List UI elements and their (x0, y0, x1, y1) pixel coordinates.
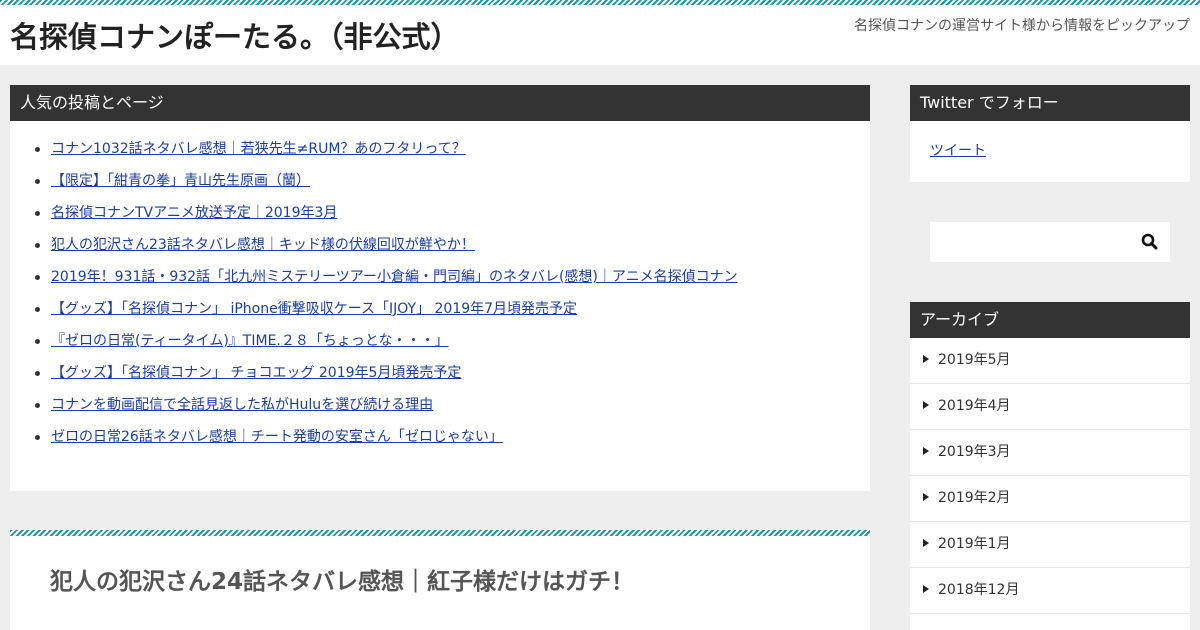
bullet-icon (35, 243, 40, 248)
bullet-icon (35, 371, 40, 376)
archive-item: 2018年12月 (910, 568, 1190, 614)
archive-list: 2019年5月 2019年4月 2019年3月 2019年2月 2019年1月 … (910, 338, 1190, 614)
list-item: 犯人の犯沢さん23話ネタバレ感想｜キッド様の伏線回収が鮮やか！ (35, 235, 870, 267)
popular-posts-widget: 人気の投稿とページ コナン1032話ネタバレ感想｜若狭先生≠RUM？あのフタリっ… (10, 85, 870, 491)
archive-heading: アーカイブ (910, 302, 1190, 338)
popular-post-link[interactable]: 『ゼロの日常(ティータイム)』TIME.２８「ちょっとな・・・」 (51, 333, 448, 349)
popular-posts-list: コナン1032話ネタバレ感想｜若狭先生≠RUM？あのフタリって？ 【限定】「紺青… (10, 121, 870, 459)
archive-item: 2019年5月 (910, 338, 1190, 384)
caret-right-icon (923, 447, 929, 455)
bullet-icon (35, 147, 40, 152)
popular-post-link[interactable]: コナン1032話ネタバレ感想｜若狭先生≠RUM？あのフタリって？ (51, 141, 466, 157)
search-button[interactable] (1130, 222, 1170, 262)
caret-right-icon (923, 493, 929, 501)
tweet-link[interactable]: ツイート (930, 140, 986, 160)
twitter-heading: Twitter でフォロー (910, 85, 1190, 121)
caret-right-icon (923, 585, 929, 593)
bullet-icon (35, 403, 40, 408)
archive-link[interactable]: 2019年5月 (938, 352, 1011, 368)
popular-post-link[interactable]: コナンを動画配信で全話見返した私がHuluを選び続ける理由 (51, 397, 433, 413)
bullet-icon (35, 211, 40, 216)
list-item: コナン1032話ネタバレ感想｜若狭先生≠RUM？あのフタリって？ (35, 139, 870, 171)
article-stripe (10, 530, 870, 536)
search-form (930, 222, 1170, 262)
archive-link[interactable]: 2019年4月 (938, 398, 1011, 414)
article-card: 犯人の犯沢さん24話ネタバレ感想｜紅子様だけはガチ！ (10, 530, 870, 630)
popular-post-link[interactable]: 犯人の犯沢さん23話ネタバレ感想｜キッド様の伏線回収が鮮やか！ (51, 237, 475, 253)
popular-post-link[interactable]: 【グッズ】「名探偵コナン」 チョコエッグ 2019年5月頃発売予定 (51, 365, 461, 381)
popular-post-link[interactable]: 【限定】「紺青の拳」青山先生原画（蘭） (51, 173, 310, 189)
popular-post-link[interactable]: 名探偵コナンTVアニメ放送予定｜2019年3月 (51, 205, 337, 221)
bullet-icon (35, 435, 40, 440)
search-icon (1141, 233, 1158, 250)
bullet-icon (35, 339, 40, 344)
list-item: 名探偵コナンTVアニメ放送予定｜2019年3月 (35, 203, 870, 235)
search-input[interactable] (930, 222, 1130, 262)
archive-widget: アーカイブ 2019年5月 2019年4月 2019年3月 2019年2月 20… (910, 302, 1190, 630)
archive-link[interactable]: 2019年3月 (938, 444, 1011, 460)
caret-right-icon (923, 401, 929, 409)
archive-item: 2019年3月 (910, 430, 1190, 476)
list-item: 2019年！931話・932話「北九州ミステリーツアー小倉編・門司編」のネタバレ… (35, 267, 870, 299)
bullet-icon (35, 307, 40, 312)
site-header: 名探偵コナンぽーたる。（非公式） 名探偵コナンの運営サイト様から情報をピックアッ… (0, 5, 1200, 65)
list-item: 【限定】「紺青の拳」青山先生原画（蘭） (35, 171, 870, 203)
twitter-widget: Twitter でフォロー ツイート (910, 85, 1190, 182)
site-title[interactable]: 名探偵コナンぽーたる。（非公式） (10, 14, 460, 56)
archive-item: 2019年1月 (910, 522, 1190, 568)
popular-post-link[interactable]: 2019年！931話・932話「北九州ミステリーツアー小倉編・門司編」のネタバレ… (51, 269, 738, 285)
list-item: 『ゼロの日常(ティータイム)』TIME.２８「ちょっとな・・・」 (35, 331, 870, 363)
popular-post-link[interactable]: ゼロの日常26話ネタバレ感想｜チート発動の安室さん「ゼロじゃない」 (51, 429, 503, 445)
archive-link[interactable]: 2019年2月 (938, 490, 1011, 506)
bullet-icon (35, 275, 40, 280)
site-tagline: 名探偵コナンの運営サイト様から情報をピックアップ (854, 18, 1190, 34)
archive-link[interactable]: 2019年1月 (938, 536, 1011, 552)
bullet-icon (35, 179, 40, 184)
caret-right-icon (923, 539, 929, 547)
archive-item: 2019年2月 (910, 476, 1190, 522)
article-title[interactable]: 犯人の犯沢さん24話ネタバレ感想｜紅子様だけはガチ！ (50, 562, 634, 596)
list-item: ゼロの日常26話ネタバレ感想｜チート発動の安室さん「ゼロじゃない」 (35, 427, 870, 459)
archive-item: 2019年4月 (910, 384, 1190, 430)
caret-right-icon (923, 355, 929, 363)
archive-link[interactable]: 2018年12月 (938, 582, 1019, 598)
list-item: 【グッズ】「名探偵コナン」 チョコエッグ 2019年5月頃発売予定 (35, 363, 870, 395)
popular-posts-heading: 人気の投稿とページ (10, 85, 870, 121)
list-item: コナンを動画配信で全話見返した私がHuluを選び続ける理由 (35, 395, 870, 427)
list-item: 【グッズ】「名探偵コナン」 iPhone衝撃吸収ケース「IJOY」 2019年7… (35, 299, 870, 331)
popular-post-link[interactable]: 【グッズ】「名探偵コナン」 iPhone衝撃吸収ケース「IJOY」 2019年7… (51, 301, 577, 317)
